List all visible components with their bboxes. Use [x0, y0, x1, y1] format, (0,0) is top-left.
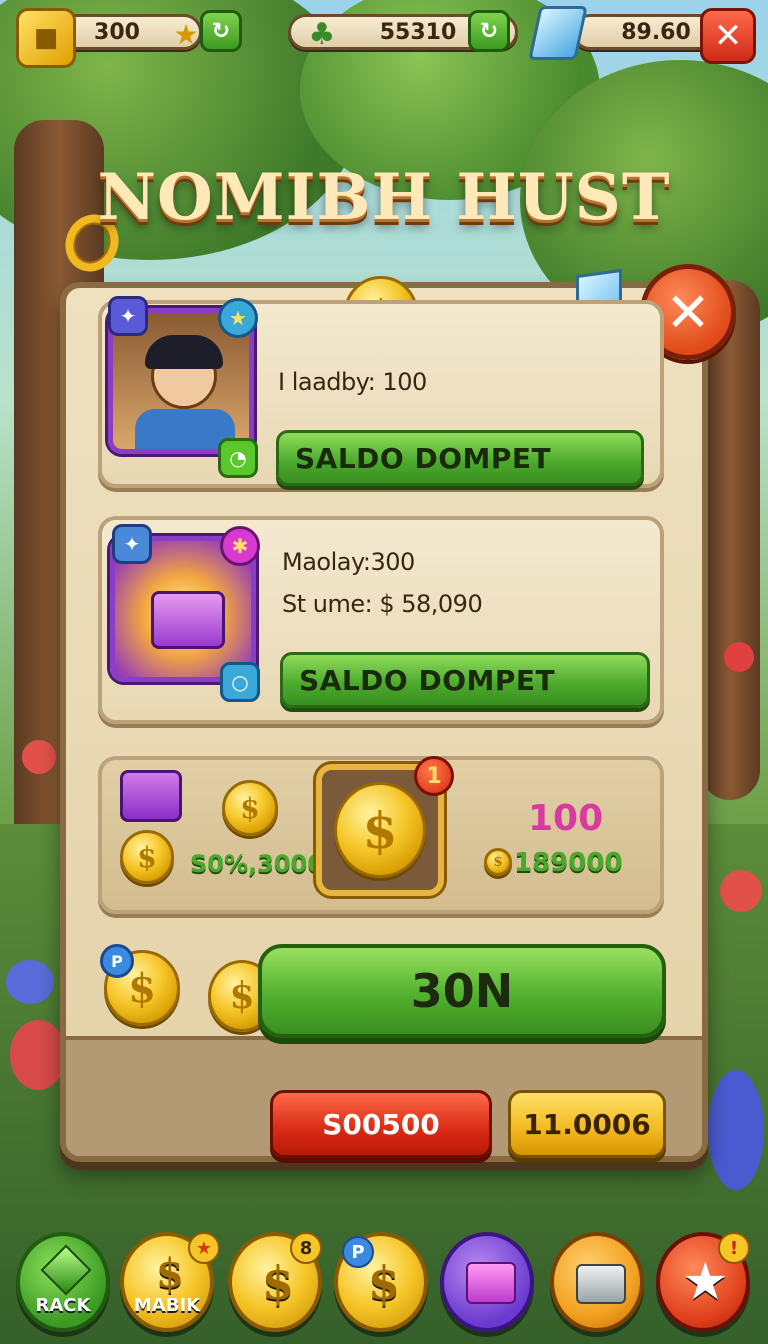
saldo-dompet-button-2[interactable]: SALDO DOMPET [280, 652, 650, 708]
box-icon [576, 1264, 626, 1304]
top-hud: 300 ■ ★ ↻ 55310 ♣ ↻ 89.60 ✕ [12, 6, 756, 68]
crystal-value: 89.60 [621, 19, 691, 45]
dock-chest-button[interactable] [440, 1232, 534, 1332]
close-icon[interactable]: ✕ [700, 8, 756, 64]
coin-icon: $ [368, 1256, 401, 1310]
star-badge-icon: ★ [188, 1232, 220, 1264]
dock-count-badge: 8 [290, 1232, 322, 1264]
notification-badge: 1 [414, 756, 454, 796]
yellow-action-button[interactable]: 11.0006 [508, 1090, 666, 1158]
dock-box-button[interactable] [550, 1232, 644, 1332]
reward-right-top-value: 100 [528, 798, 604, 839]
coin-icon: $ [120, 830, 174, 884]
card-2-line1: Maolay:300 [282, 548, 415, 576]
add-gold-button[interactable]: ↻ [200, 10, 242, 52]
dock-label-mabik: MABIK [133, 1295, 201, 1316]
reward-right-bottom-value: 189000 [514, 848, 623, 878]
gold-badge-icon: ★ [173, 17, 199, 51]
dock-alert-badge: ! [718, 1232, 750, 1264]
burst-icon: ✱ [220, 526, 260, 566]
shield-icon: ✦ [112, 524, 152, 564]
paypal-badge-icon: P [342, 1236, 374, 1268]
clover-icon: ♣ [308, 16, 336, 52]
gem-value: 55310 [379, 19, 457, 45]
card-2-line2: St ume: $ 58,090 [282, 590, 483, 618]
crystal-icon [528, 6, 588, 60]
coin-icon: $ [262, 1256, 295, 1310]
pin-icon: ○ [220, 662, 260, 702]
gold-value: 300 [94, 19, 140, 45]
saldo-dompet-button-1[interactable]: SALDO DOMPET [276, 430, 644, 486]
dock-label-rack: RACK [35, 1295, 91, 1316]
coin-icon: $ [156, 1250, 184, 1297]
featured-coin-icon: $ [334, 782, 426, 878]
small-coin-icon: $ [484, 848, 512, 876]
claim-button[interactable]: 30N [258, 944, 666, 1038]
paypal-icon: P [100, 944, 134, 978]
card-1-line1: I laadby: 100 [278, 368, 427, 396]
dock-rack-button[interactable]: RACK [16, 1232, 110, 1332]
refresh-gem-button[interactable]: ↻ [468, 10, 510, 52]
star-icon: ★ [682, 1252, 729, 1312]
star-icon: ★ [218, 298, 258, 338]
red-action-button[interactable]: S00500 [270, 1090, 492, 1158]
coin-icon: $ [222, 780, 278, 836]
shield-icon: ✦ [108, 296, 148, 336]
bulb-icon: ◔ [218, 438, 258, 478]
gold-cube-icon: ■ [16, 8, 76, 68]
page-title: NOMIBH HUST [97, 160, 671, 235]
mini-chest-icon [120, 770, 182, 822]
chest-icon [466, 1262, 516, 1304]
gem-icon [40, 1244, 92, 1296]
